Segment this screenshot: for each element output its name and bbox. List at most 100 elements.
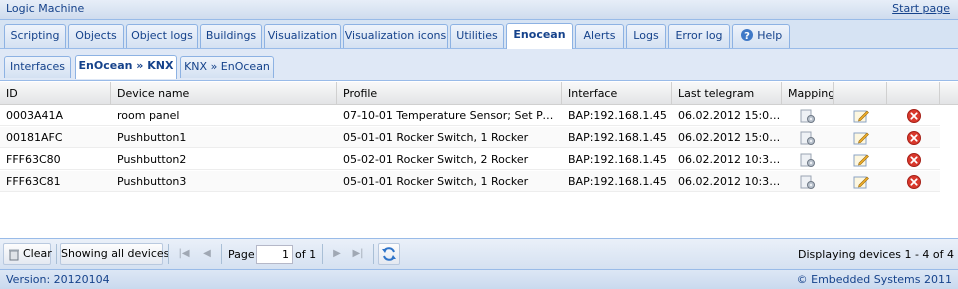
subtab-enocean-to-knx[interactable]: EnOcean » KNX — [75, 55, 177, 79]
delete-icon[interactable] — [906, 108, 922, 124]
tab-error-log[interactable]: Error log — [668, 24, 730, 48]
cell-interface: BAP:192.168.1.45 — [568, 153, 667, 166]
col-header-delete — [887, 82, 940, 105]
cell-profile: 07-10-01 Temperature Sensor; Set Point, … — [343, 109, 559, 122]
tab-label: Help — [757, 29, 783, 42]
subtab-knx-to-enocean[interactable]: KNX » EnOcean — [180, 56, 274, 78]
grid-header: ID Device name Profile Interface Last te… — [0, 82, 958, 105]
mapping-gears-icon[interactable] — [800, 108, 816, 124]
status-bar: Version: 20120104 © Embedded Systems 201… — [0, 269, 958, 289]
tab-label: Buildings — [205, 29, 257, 42]
start-page-link[interactable]: Start page — [892, 2, 950, 15]
toolbar-separator — [221, 244, 222, 264]
cell-last-telegram: 06.02.2012 10:38:47 — [678, 175, 782, 188]
edit-icon[interactable] — [853, 174, 869, 190]
edit-icon[interactable] — [853, 108, 869, 124]
last-page-icon[interactable]: ▶| — [349, 245, 367, 263]
tab-help[interactable]: ? Help — [732, 24, 790, 48]
refresh-button[interactable] — [378, 243, 400, 265]
cell-profile: 05-02-01 Rocker Switch, 2 Rocker — [343, 153, 529, 166]
cell-interface: BAP:192.168.1.45 — [568, 175, 667, 188]
cell-last-telegram: 06.02.2012 15:03:27 — [678, 131, 782, 144]
clear-button[interactable]: Clear — [3, 243, 52, 265]
clear-label: Clear — [23, 247, 52, 260]
tab-enocean[interactable]: Enocean — [506, 23, 573, 49]
cell-device-name: room panel — [117, 109, 180, 122]
tab-visualization-icons[interactable]: Visualization icons — [343, 24, 448, 48]
cell-id: FFF63C81 — [6, 175, 61, 188]
tab-scripting[interactable]: Scripting — [4, 24, 66, 48]
tab-visualization[interactable]: Visualization — [264, 24, 341, 48]
tab-label: Alerts — [583, 29, 616, 42]
showing-all-devices-button[interactable]: Showing all devices — [60, 243, 169, 265]
tab-utilities[interactable]: Utilities — [450, 24, 504, 48]
toolbar-separator — [373, 244, 374, 264]
delete-icon[interactable] — [906, 152, 922, 168]
subtab-interfaces[interactable]: Interfaces — [4, 56, 71, 78]
trash-icon — [9, 249, 19, 261]
tab-alerts[interactable]: Alerts — [575, 24, 624, 48]
table-row[interactable]: FFF63C81 Pushbutton3 05-01-01 Rocker Swi… — [0, 171, 940, 192]
col-header-device-name[interactable]: Device name — [111, 82, 337, 105]
subtab-label: EnOcean » KNX — [78, 59, 174, 72]
copyright-text: © Embedded Systems 2011 — [796, 273, 952, 286]
main-tab-bar: Scripting Objects Object logs Buildings … — [0, 20, 958, 49]
version-text: Version: 20120104 — [6, 273, 110, 286]
prev-page-icon[interactable]: ◀ — [198, 245, 216, 263]
page-count-label: of 1 — [295, 248, 317, 261]
cell-interface: BAP:192.168.1.45 — [568, 109, 667, 122]
tab-label: Object logs — [131, 29, 193, 42]
first-page-icon[interactable]: |◀ — [175, 245, 193, 263]
cell-interface: BAP:192.168.1.45 — [568, 131, 667, 144]
col-header-mapping[interactable]: Mapping — [782, 82, 834, 105]
edit-icon[interactable] — [853, 130, 869, 146]
sub-tab-bar: Interfaces EnOcean » KNX KNX » EnOcean — [0, 49, 958, 81]
cell-id: 0003A41A — [6, 109, 64, 122]
app-title: Logic Machine — [6, 2, 85, 15]
tab-buildings[interactable]: Buildings — [200, 24, 262, 48]
edit-icon[interactable] — [853, 152, 869, 168]
toolbar-separator — [322, 244, 323, 264]
title-bar: Logic Machine Start page — [0, 0, 958, 20]
col-header-interface[interactable]: Interface — [562, 82, 672, 105]
cell-device-name: Pushbutton3 — [117, 175, 187, 188]
cell-device-name: Pushbutton2 — [117, 153, 187, 166]
cell-device-name: Pushbutton1 — [117, 131, 187, 144]
tab-label: Logs — [633, 29, 659, 42]
toolbar-separator — [168, 244, 169, 264]
page-label: Page — [228, 248, 255, 261]
mapping-gears-icon[interactable] — [800, 130, 816, 146]
mapping-gears-icon[interactable] — [800, 152, 816, 168]
delete-icon[interactable] — [906, 130, 922, 146]
svg-text:?: ? — [744, 31, 750, 42]
tab-label: Utilities — [456, 29, 498, 42]
cell-last-telegram: 06.02.2012 15:02:51 — [678, 109, 782, 122]
toolbar-separator — [56, 244, 57, 264]
col-header-last-telegram[interactable]: Last telegram — [672, 82, 782, 105]
devices-grid: ID Device name Profile Interface Last te… — [0, 82, 958, 238]
subtab-label: Interfaces — [10, 60, 65, 73]
table-row[interactable]: FFF63C80 Pushbutton2 05-02-01 Rocker Swi… — [0, 149, 940, 170]
tab-logs[interactable]: Logs — [626, 24, 666, 48]
tab-label: Visualization icons — [344, 29, 447, 42]
help-icon: ? — [740, 29, 753, 42]
subtab-label: KNX » EnOcean — [184, 60, 270, 73]
tab-objects[interactable]: Objects — [68, 24, 124, 48]
cell-id: 00181AFC — [6, 131, 63, 144]
tab-object-logs[interactable]: Object logs — [126, 24, 198, 48]
page-number-input[interactable]: 1 — [256, 245, 293, 264]
tab-label: Objects — [75, 29, 117, 42]
paging-toolbar: Clear Showing all devices |◀ ◀ Page 1 of… — [0, 238, 958, 269]
delete-icon[interactable] — [906, 174, 922, 190]
mapping-gears-icon[interactable] — [800, 174, 816, 190]
table-row[interactable]: 00181AFC Pushbutton1 05-01-01 Rocker Swi… — [0, 127, 940, 148]
cell-profile: 05-01-01 Rocker Switch, 1 Rocker — [343, 175, 529, 188]
table-row[interactable]: 0003A41A room panel 07-10-01 Temperature… — [0, 105, 940, 126]
col-header-profile[interactable]: Profile — [337, 82, 562, 105]
display-info: Displaying devices 1 - 4 of 4 — [798, 248, 954, 261]
refresh-icon — [382, 247, 396, 261]
col-header-edit — [834, 82, 887, 105]
next-page-icon[interactable]: ▶ — [328, 245, 346, 263]
col-header-id[interactable]: ID — [0, 82, 111, 105]
tab-label: Error log — [675, 29, 723, 42]
